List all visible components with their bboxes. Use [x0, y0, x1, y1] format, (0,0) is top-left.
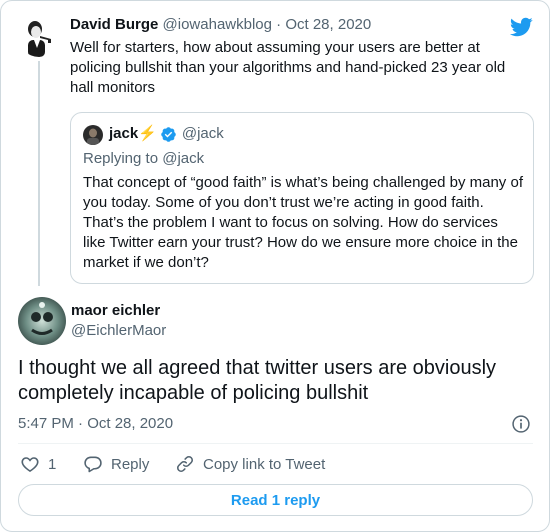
- like-count: 1: [48, 455, 57, 473]
- replying-to-label: Replying to @jack: [83, 150, 205, 167]
- quoted-tweet-header: jack⚡️ @jack: [109, 124, 224, 144]
- read-replies-label: Read 1 reply: [230, 491, 321, 509]
- reply-label: Reply: [111, 455, 150, 473]
- header-separator: ·: [276, 16, 282, 33]
- twitter-bird-icon[interactable]: [509, 15, 533, 39]
- parent-author-handle[interactable]: @iowahawkblog: [163, 16, 272, 33]
- parent-tweet-date[interactable]: Oct 28, 2020: [285, 16, 371, 33]
- quoted-author-avatar: [83, 125, 103, 145]
- thread-connector-line: [38, 61, 40, 286]
- embedded-tweet-card: David Burge @iowahawkblog · Oct 28, 2020…: [0, 0, 550, 532]
- parent-author-name[interactable]: David Burge: [70, 16, 158, 33]
- reply-bubble-icon: [84, 456, 102, 473]
- verified-badge-icon: [161, 126, 176, 142]
- quoted-author-name[interactable]: jack⚡️: [109, 124, 157, 144]
- main-author-handle[interactable]: @EichlerMaor: [71, 321, 166, 341]
- copy-link-label: Copy link to Tweet: [203, 455, 326, 473]
- reply-button[interactable]: Reply: [83, 453, 149, 475]
- parent-tweet-text: Well for starters, how about assuming yo…: [70, 39, 506, 96]
- info-icon[interactable]: [511, 414, 531, 434]
- main-author-name[interactable]: maor eichler: [71, 301, 160, 321]
- copy-link-button[interactable]: Copy link to Tweet: [175, 453, 325, 475]
- main-author-avatar[interactable]: [18, 297, 66, 345]
- heart-icon: [21, 457, 39, 473]
- main-tweet-text: I thought we all agreed that twitter use…: [18, 357, 497, 404]
- main-tweet-timestamp[interactable]: 5:47 PM · Oct 28, 2020: [18, 414, 173, 434]
- like-button[interactable]: 1: [20, 453, 56, 475]
- quoted-author-handle[interactable]: @jack: [182, 124, 224, 144]
- quoted-tweet[interactable]: jack⚡️ @jack Replying to @jack That conc…: [70, 112, 534, 284]
- parent-author-avatar[interactable]: [18, 15, 60, 57]
- divider: [18, 443, 533, 444]
- parent-tweet-header: David Burge @iowahawkblog · Oct 28, 2020: [70, 15, 371, 35]
- quoted-tweet-text: That concept of “good faith” is what’s b…: [83, 174, 523, 271]
- read-replies-button[interactable]: Read 1 reply: [18, 484, 533, 516]
- link-icon: [177, 456, 193, 472]
